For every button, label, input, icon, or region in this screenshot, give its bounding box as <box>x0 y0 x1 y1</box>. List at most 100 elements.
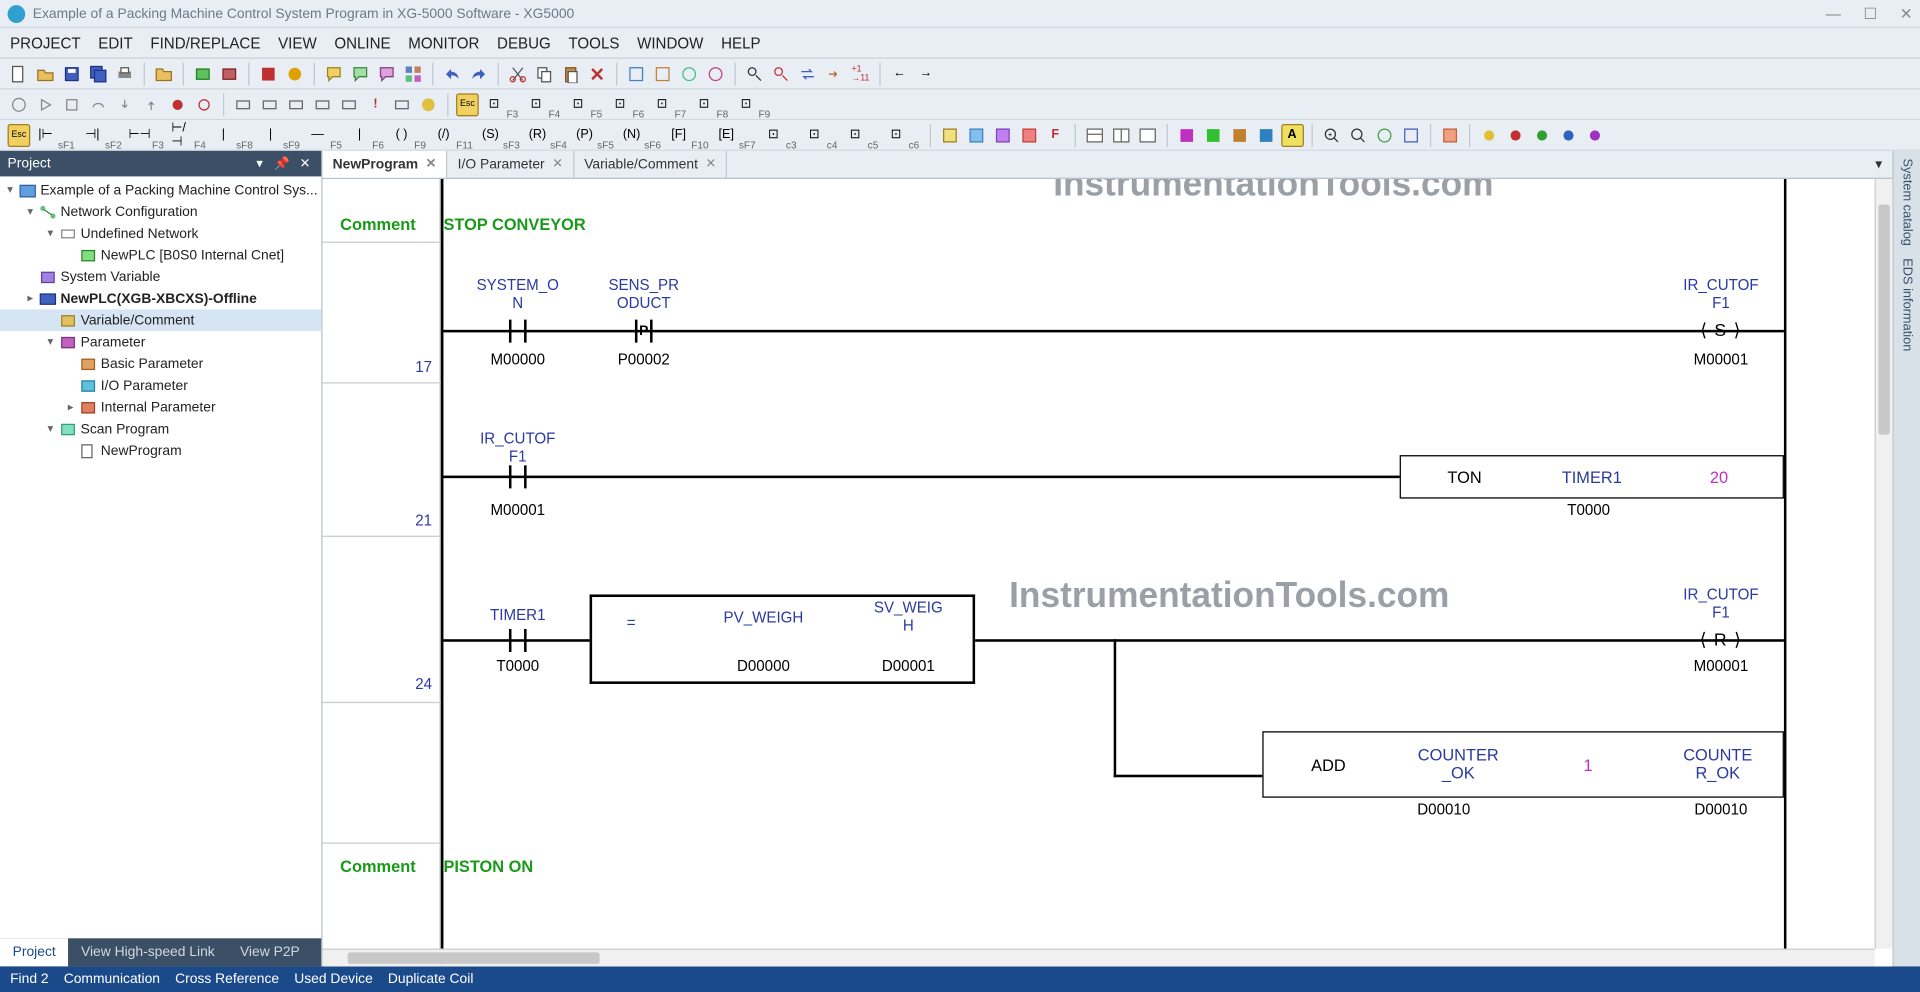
tool-d-icon[interactable] <box>704 62 727 85</box>
pane-pin-icon[interactable]: 📌 <box>273 157 291 171</box>
arrow-left-icon[interactable]: ← <box>888 62 911 85</box>
view-e-icon[interactable]: F <box>1044 123 1067 146</box>
table3-icon[interactable] <box>1136 123 1159 146</box>
tree-undef[interactable]: Undefined Network <box>81 226 199 241</box>
sf3-icon[interactable]: (S) <box>479 123 502 146</box>
redo-icon[interactable] <box>467 62 490 85</box>
color2-icon[interactable] <box>1201 123 1224 146</box>
right-tab-eds[interactable]: EDS information <box>1900 259 1914 352</box>
status-xref[interactable]: Cross Reference <box>175 972 279 987</box>
f3-icon[interactable]: ⊡ <box>483 93 506 116</box>
ladder-editor[interactable]: InstrumentationTools.com Instrumentation… <box>323 179 1893 966</box>
contact-p[interactable]: P <box>625 318 663 344</box>
save-all-icon[interactable] <box>87 62 110 85</box>
goto-icon[interactable] <box>823 62 846 85</box>
debug-bp2-icon[interactable] <box>193 93 216 116</box>
view-b-icon[interactable] <box>965 123 988 146</box>
delete-icon[interactable] <box>586 62 609 85</box>
zoom-in-icon[interactable]: + <box>1320 123 1343 146</box>
paste-icon[interactable] <box>559 62 582 85</box>
minimize-button[interactable]: — <box>1826 4 1841 22</box>
comment-icon[interactable] <box>323 62 346 85</box>
zoom-fit-icon[interactable] <box>1373 123 1396 146</box>
dot-b-icon[interactable] <box>1557 123 1580 146</box>
sf2-icon[interactable]: ⊣| <box>81 123 104 146</box>
status-find2[interactable]: Find 2 <box>10 972 49 987</box>
find-next-icon[interactable] <box>770 62 793 85</box>
tree-sysvar[interactable]: System Variable <box>60 269 160 284</box>
debug-play-icon[interactable] <box>34 93 57 116</box>
win1-icon[interactable] <box>1438 123 1461 146</box>
f3b-icon[interactable]: ⊢⊣ <box>128 123 151 146</box>
dot-p-icon[interactable] <box>1583 123 1606 146</box>
coil-set[interactable]: ⟨ S ⟩ <box>1696 320 1746 343</box>
tab-close-icon[interactable]: ✕ <box>552 157 563 171</box>
sf9-icon[interactable]: | <box>259 123 282 146</box>
dot-y-icon[interactable] <box>1477 123 1500 146</box>
tab-newprogram[interactable]: NewProgram✕ <box>323 151 448 178</box>
connect-icon[interactable] <box>257 62 280 85</box>
fullscreen-icon[interactable] <box>1399 123 1422 146</box>
view-d-icon[interactable] <box>1017 123 1040 146</box>
tb2-g-icon[interactable] <box>417 93 440 116</box>
tool-b-icon[interactable] <box>651 62 674 85</box>
menu-help[interactable]: HELP <box>721 34 761 52</box>
tree-netcfg[interactable]: Network Configuration <box>60 204 197 219</box>
pane-close-icon[interactable]: ✕ <box>296 157 314 171</box>
vertical-scrollbar[interactable] <box>1875 179 1893 949</box>
f9b-icon[interactable]: ( ) <box>390 123 413 146</box>
function-ton[interactable]: TON TIMER1 20 <box>1400 455 1784 498</box>
esc-key-icon[interactable]: Esc <box>456 93 479 116</box>
function-add[interactable]: ADD COUNTER_OK 1 COUNTER_OK <box>1262 731 1784 797</box>
tree-internal[interactable]: Internal Parameter <box>101 399 216 414</box>
toolbar-row-1[interactable]: +1→11 ← → <box>0 59 1920 90</box>
replace-icon[interactable] <box>796 62 819 85</box>
step-icon[interactable]: +1→11 <box>849 62 872 85</box>
f6-icon[interactable]: ⊡ <box>609 93 632 116</box>
tree-root[interactable]: Example of a Packing Machine Control Sys… <box>40 182 317 197</box>
f9-icon[interactable]: ⊡ <box>735 93 758 116</box>
right-tab-syscat[interactable]: System catalog <box>1900 159 1914 246</box>
copy-icon[interactable] <box>533 62 556 85</box>
color4-icon[interactable] <box>1254 123 1277 146</box>
coil-reset[interactable]: ⟨ R ⟩ <box>1696 629 1746 652</box>
tree-newplc-net[interactable]: NewPLC [B0S0 Internal Cnet] <box>101 247 284 262</box>
menu-edit[interactable]: EDIT <box>98 34 132 52</box>
view-a-icon[interactable] <box>938 123 961 146</box>
debug-start-icon[interactable] <box>8 93 31 116</box>
sf1-icon[interactable]: |⊢ <box>34 123 57 146</box>
tab-varcom[interactable]: Variable/Comment✕ <box>574 151 727 178</box>
dot-r-icon[interactable] <box>1504 123 1527 146</box>
sf7-icon[interactable]: [E] <box>715 123 738 146</box>
tb2-e-icon[interactable] <box>338 93 361 116</box>
maximize-button[interactable]: ☐ <box>1864 4 1878 22</box>
tool-a-icon[interactable] <box>625 62 648 85</box>
toolbar-row-3[interactable]: Esc |⊢sF1 ⊣|sF2 ⊢⊣F3 ⊢/⊣F4 |sF8 |sF9 —F5… <box>0 120 1920 151</box>
contact-no[interactable] <box>499 628 537 654</box>
proj-tab-hsl[interactable]: View High-speed Link <box>68 938 227 966</box>
document-tabs[interactable]: NewProgram✕ I/O Parameter✕ Variable/Comm… <box>323 151 1893 179</box>
menu-bar[interactable]: PROJECT EDIT FIND/REPLACE VIEW ONLINE MO… <box>0 28 1920 59</box>
toolbar-row-2[interactable]: ! Esc ⊡F3 ⊡F4 ⊡F5 ⊡F6 ⊡F7 ⊡F8 ⊡F9 <box>0 89 1920 120</box>
proj-tab-p2p[interactable]: View P2P <box>227 938 312 966</box>
color1-icon[interactable] <box>1175 123 1198 146</box>
tb2-a-icon[interactable] <box>232 93 255 116</box>
f5-icon[interactable]: ⊡ <box>567 93 590 116</box>
sf6-icon[interactable]: (N) <box>620 123 643 146</box>
run-icon[interactable] <box>283 62 306 85</box>
tab-close-icon[interactable]: ✕ <box>706 157 717 171</box>
tree-param[interactable]: Parameter <box>81 334 146 349</box>
dot-g-icon[interactable] <box>1530 123 1553 146</box>
tb2-excl-icon[interactable]: ! <box>364 93 387 116</box>
menu-monitor[interactable]: MONITOR <box>408 34 479 52</box>
f6b-icon[interactable]: | <box>348 123 371 146</box>
tree-newprog[interactable]: NewProgram <box>101 443 182 458</box>
folder-icon[interactable] <box>152 62 175 85</box>
contact-no[interactable] <box>499 318 537 344</box>
f10-icon[interactable]: [F] <box>667 123 690 146</box>
view-c-icon[interactable] <box>991 123 1014 146</box>
status-comm[interactable]: Communication <box>64 972 160 987</box>
new-icon[interactable] <box>8 62 31 85</box>
f7-icon[interactable]: ⊡ <box>651 93 674 116</box>
c5-icon[interactable]: ⊡ <box>844 123 867 146</box>
